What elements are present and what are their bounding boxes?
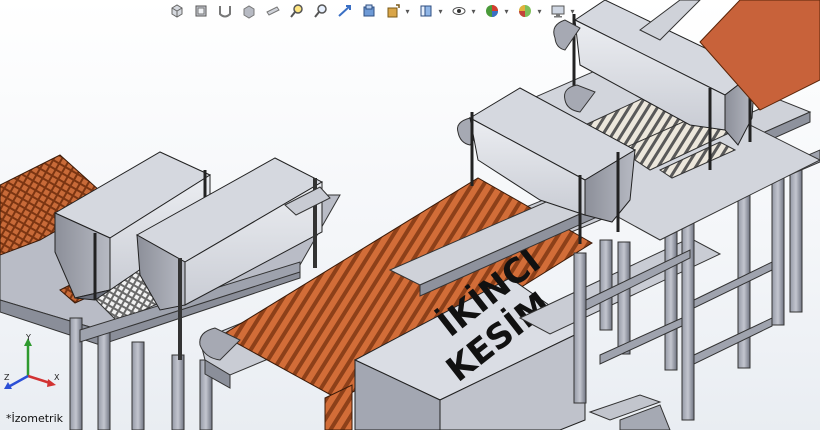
graphics-viewport[interactable]: İKİNCİ KESİM ▾ ▾ ▾ ▾ ▾ ▾ Y X Z *İzometri… [0,0,820,430]
visibility-icon[interactable] [450,2,468,20]
view-orientation-label: *İzometrik [6,412,63,425]
chevron-down-icon[interactable]: ▾ [503,2,510,20]
heads-up-view-toolbar: ▾ ▾ ▾ ▾ ▾ ▾ [168,0,576,22]
triad-y-label: Y [25,334,31,342]
dynamic-annotation-icon[interactable] [384,2,402,20]
triad-z-label: Z [4,373,10,382]
chevron-down-icon[interactable]: ▾ [437,2,444,20]
hide-lines-icon[interactable] [264,2,282,20]
display-style-icon[interactable] [240,2,258,20]
section-box-icon[interactable] [360,2,378,20]
triad-x-label: X [54,373,60,382]
zoom-area-icon[interactable] [312,2,330,20]
chevron-down-icon[interactable]: ▾ [536,2,543,20]
view-orientation-icon[interactable] [417,2,435,20]
zoom-to-fit-icon[interactable] [288,2,306,20]
standard-views-icon[interactable] [192,2,210,20]
display-settings-icon[interactable] [549,2,567,20]
orientation-triad: Y X Z [4,334,60,389]
appearance-icon[interactable] [483,2,501,20]
chevron-down-icon[interactable]: ▾ [470,2,477,20]
view-cube-icon[interactable] [168,2,186,20]
previous-view-icon[interactable] [336,2,354,20]
section-view-icon[interactable] [216,2,234,20]
scene-icon[interactable] [516,2,534,20]
chevron-down-icon[interactable]: ▾ [569,2,576,20]
cad-model-scene[interactable]: İKİNCİ KESİM [0,0,820,430]
chevron-down-icon[interactable]: ▾ [404,2,411,20]
